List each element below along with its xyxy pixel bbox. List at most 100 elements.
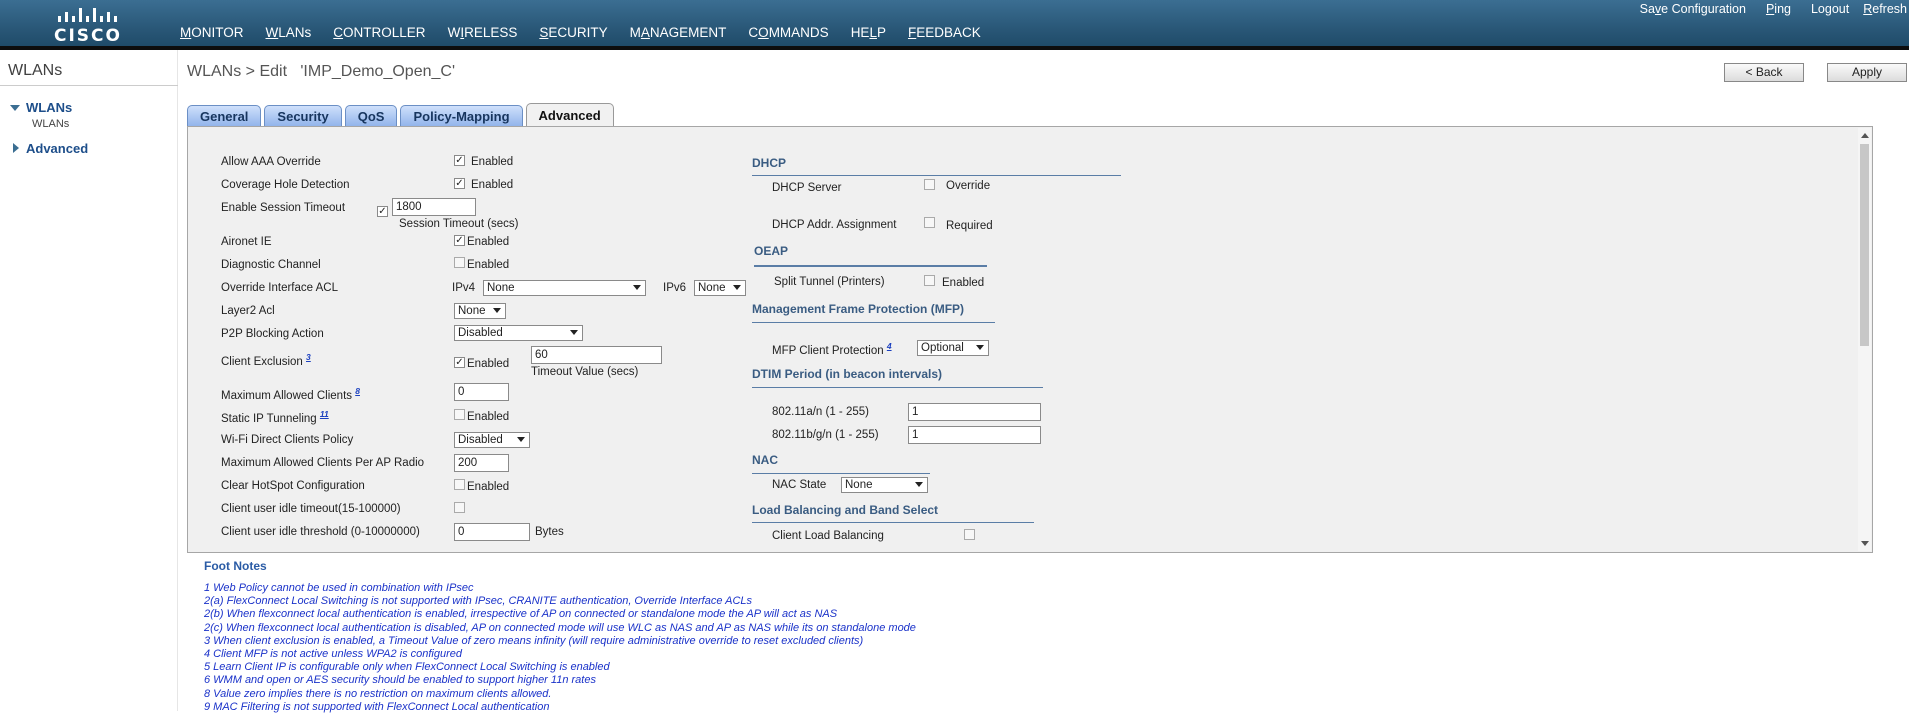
lb-divider [752,522,1034,523]
nav-item-monitor[interactable]: MONITOR [180,25,244,40]
util-link-ping[interactable]: Ping [1766,2,1791,16]
nav-text: F [907,25,917,40]
util-link-logout[interactable]: Logout [1811,2,1849,16]
cisco-logo: CISCO [54,4,122,46]
idle-threshold-input[interactable]: 0 [454,523,530,541]
hotspot-enabled: Enabled [467,481,510,493]
allow-aaa-checkbox[interactable]: ✓ [454,155,465,166]
nav-item-commands[interactable]: COMMANDS [748,25,828,40]
max-clients-text: Maximum Allowed Clients [221,389,353,402]
session-timeout-checkbox[interactable]: ✓ [377,206,388,217]
footnote-link-8[interactable]: 8 [355,386,360,396]
collapsed-arrow-icon[interactable] [13,143,19,153]
max-clients-label: Maximum Allowed Clients 8 [221,386,360,402]
client-lb-checkbox[interactable] [964,529,975,540]
dropdown-arrow-icon [493,308,501,313]
scroll-down-icon[interactable] [1861,541,1869,546]
p2p-label: P2P Blocking Action [221,328,324,340]
idle-timeout-checkbox[interactable] [454,502,465,513]
wifi-direct-select[interactable]: Disabled [454,432,530,448]
nav-item-help[interactable]: HELP [851,25,886,40]
nav-item-wireless[interactable]: WIRELESS [448,25,518,40]
coverage-hole-checkbox[interactable]: ✓ [454,178,465,189]
main-navigation: MONITOR WLANs CONTROLLER WIRELESS SECURITY MA… [180,25,1003,40]
mfp-divider [752,322,995,323]
wifi-direct-value: Disabled [458,434,503,446]
session-timeout-caption: Session Timeout (secs) [399,218,519,230]
expanded-arrow-icon[interactable] [10,105,20,111]
sidebar-divider [0,85,178,86]
sidebar-subitem-wlans[interactable]: WLANs [32,118,69,130]
tab-security[interactable]: Security [264,105,342,127]
dropdown-arrow-icon [517,437,525,442]
back-button[interactable]: < Back [1724,63,1804,82]
oeap-divider [754,265,987,267]
diagnostic-channel-checkbox[interactable] [454,257,465,268]
split-tunnel-label: Split Tunnel (Printers) [774,276,885,288]
nav-text: MMANDS [768,25,829,40]
max-per-radio-input[interactable]: 200 [454,454,509,472]
nav-item-controller[interactable]: CONTROLLER [333,25,425,40]
footnote-item: 1 Web Policy cannot be used in combinati… [204,582,474,594]
nav-item-management[interactable]: MANAGEMENT [630,25,727,40]
panel-scrollbar[interactable] [1858,128,1871,551]
nav-item-wlans[interactable]: WLANs [266,25,312,40]
static-ip-checkbox[interactable] [454,409,465,420]
hotspot-checkbox[interactable] [454,479,465,490]
dtim-a-input[interactable]: 1 [908,403,1041,421]
nac-state-select[interactable]: None [841,477,928,493]
tab-policy-mapping[interactable]: Policy-Mapping [400,105,523,127]
footnote-item: 8 Value zero implies there is no restric… [204,687,552,700]
dhcp-required-text: Required [946,220,993,232]
client-exclusion-label: Client Exclusion 3 [221,352,311,368]
scroll-up-icon[interactable] [1861,133,1869,138]
dropdown-arrow-icon [733,285,741,290]
layer2-acl-label: Layer2 Acl [221,305,275,317]
session-timeout-input[interactable]: 1800 [392,198,476,216]
layer2-acl-select[interactable]: None [454,303,506,319]
tab-general[interactable]: General [187,105,262,127]
max-clients-input[interactable]: 0 [454,383,509,401]
ipv4-acl-select[interactable]: None [483,280,646,296]
dhcp-override-text: Override [946,180,991,192]
nav-text: EEDBACK [916,25,981,40]
dtim-b-input[interactable]: 1 [908,426,1041,444]
nav-item-security[interactable]: SECURITY [539,25,607,40]
tab-advanced[interactable]: Advanced [525,103,614,127]
nac-state-value: None [845,479,873,491]
scroll-thumb[interactable] [1860,144,1869,346]
header-divider [0,46,1909,50]
split-tunnel-checkbox[interactable] [924,275,935,286]
footnote-link-3[interactable]: 3 [306,352,311,362]
client-exclusion-checkbox[interactable]: ✓ [454,357,465,368]
util-link-refresh[interactable]: Refresh [1863,2,1907,16]
ipv6-label: IPv6 [663,282,687,294]
tab-qos[interactable]: QoS [344,105,398,127]
footnote-link-11[interactable]: 11 [320,409,329,419]
mfp-client-text: MFP Client Protection [772,344,884,357]
ipv4-label: IPv4 [452,282,476,294]
utility-navigation: Save Configuration Ping Logout Refresh [1620,2,1909,16]
apply-button[interactable]: Apply [1827,63,1907,82]
footnote-link-4[interactable]: 4 [887,341,892,351]
mfp-select[interactable]: Optional [917,340,989,356]
p2p-select[interactable]: Disabled [454,325,583,341]
sidebar-item-wlans[interactable]: WLANs [26,100,72,115]
dhcp-override-checkbox[interactable] [924,179,935,190]
ipv6-acl-select[interactable]: None [694,280,746,296]
util-link-save-configuration[interactable]: Save Configuration [1640,2,1746,16]
exclusion-timeout-input[interactable]: 60 [531,346,662,364]
sidebar-item-advanced[interactable]: Advanced [26,141,88,156]
dtim-a-label: 802.11a/n (1 - 255) [772,406,869,418]
nav-text: HE [850,25,870,40]
nav-text: ONTROLLER [343,25,426,40]
nac-divider [752,473,930,474]
util-text: R [1863,2,1873,16]
aironet-checkbox[interactable]: ✓ [454,235,465,246]
nav-item-feedback[interactable]: FEEDBACK [908,25,981,40]
nav-text: ONITOR [191,25,244,40]
client-exclusion-text: Client Exclusion [221,355,303,368]
dhcp-required-checkbox[interactable] [924,217,935,228]
nav-text: O [758,25,769,40]
dropdown-arrow-icon [915,482,923,487]
